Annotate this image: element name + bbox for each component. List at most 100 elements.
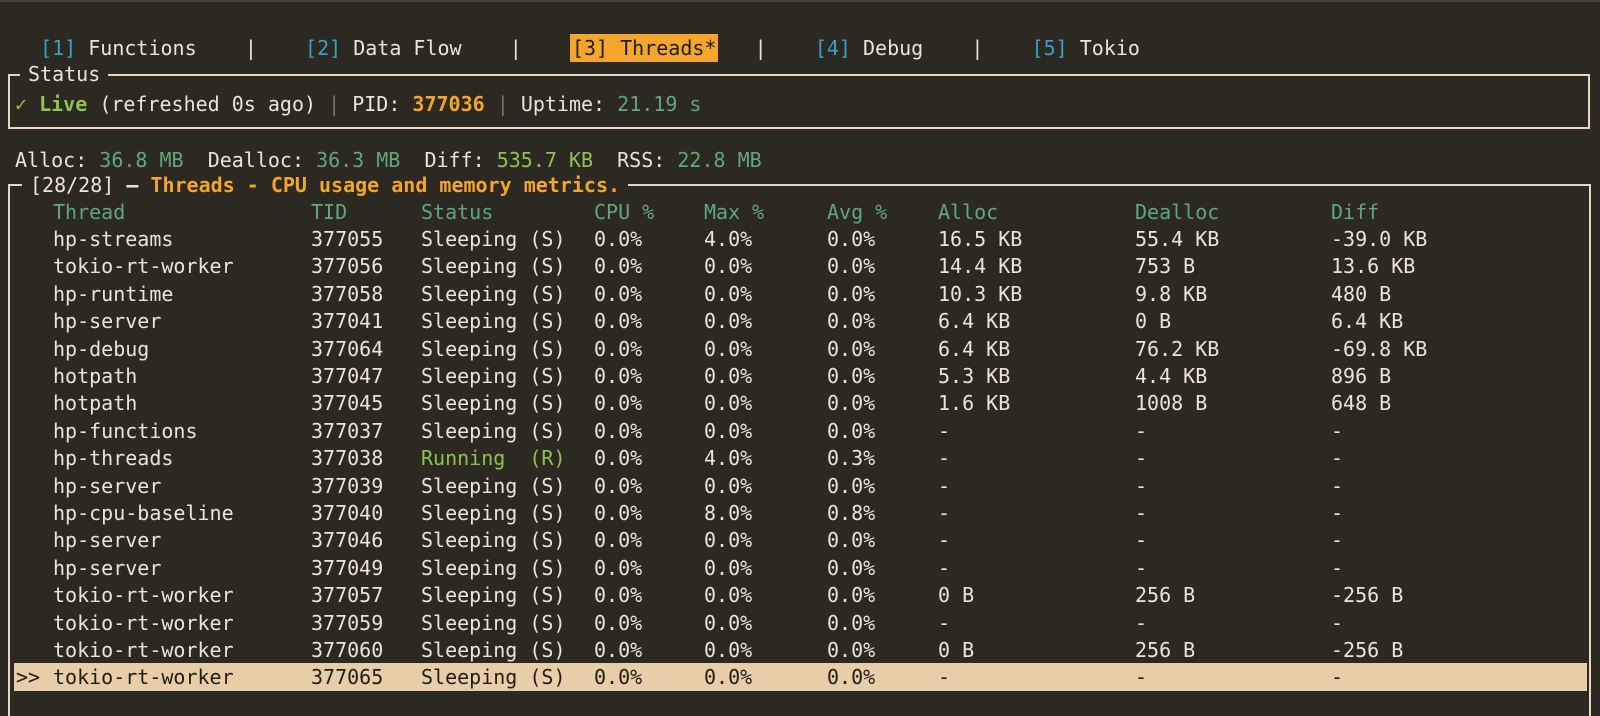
thread-max-cpu: 0.0%	[704, 638, 753, 662]
thread-alloc: 6.4 KB	[938, 309, 1011, 334]
thread-dealloc: 9.8 KB	[1135, 281, 1208, 306]
tab-functions[interactable]: [1] Functions	[40, 34, 197, 62]
table-row[interactable]: hp-debug 377064 Sleeping (S) 0.0% 0.0% 0.0% 6.…	[14, 335, 1587, 363]
thread-max-cpu: 0.0%	[704, 391, 753, 416]
col-header-cpu[interactable]: CPU %	[594, 198, 654, 226]
thread-cpu: 0.0%	[594, 665, 643, 690]
thread-cpu: 0.0%	[594, 391, 643, 416]
thread-dealloc: 256 B	[1135, 638, 1196, 662]
thread-max-cpu: 0.0%	[704, 336, 753, 361]
uptime-label: Uptime:	[520, 92, 606, 116]
thread-avg-cpu: 0.0%	[827, 583, 876, 608]
thread-avg-cpu: 0.3%	[827, 446, 876, 471]
thread-status: Sleeping (S)	[421, 227, 566, 251]
thread-alloc: -	[938, 418, 951, 443]
thread-max-cpu: 0.0%	[704, 555, 753, 580]
thread-max-cpu: 0.0%	[704, 309, 753, 334]
thread-status: Sleeping (S)	[421, 254, 566, 279]
thread-status: Running (R)	[421, 446, 566, 471]
col-header-thread[interactable]: Thread	[53, 198, 125, 226]
thread-cpu: 0.0%	[594, 254, 643, 279]
thread-name: tokio-rt-worker	[53, 665, 234, 690]
thread-dealloc: 753 B	[1135, 254, 1196, 279]
thread-cpu: 0.0%	[594, 281, 643, 306]
tab-tokio[interactable]: [5] Tokio	[1032, 34, 1140, 62]
table-row[interactable]: hp-server 377041 Sleeping (S) 0.0% 0.0% 0.0% 6…	[14, 307, 1587, 335]
col-header-status[interactable]: Status	[421, 198, 493, 226]
thread-name: hp-server	[53, 555, 162, 580]
thread-tid: 377038	[311, 446, 384, 471]
thread-tid: 377045	[311, 391, 384, 416]
table-row[interactable]: hp-threads 377038 Running (R) 0.0% 4.0% 0.3% -…	[14, 444, 1587, 472]
thread-status: Sleeping (S)	[421, 281, 566, 306]
status-separator: |	[328, 92, 341, 116]
thread-name: hp-runtime	[53, 281, 174, 306]
thread-name: hp-server	[53, 309, 162, 334]
thread-max-cpu: 4.0%	[704, 446, 753, 471]
thread-tid: 377041	[311, 309, 384, 334]
panel-title-text: Threads - CPU usage and memory metrics.	[150, 173, 621, 197]
table-row[interactable]: tokio-rt-worker 377056 Sleeping (S) 0.0% 0.0…	[14, 252, 1587, 280]
thread-diff: -	[1331, 473, 1344, 498]
thread-cpu: 0.0%	[594, 473, 643, 498]
thread-tid: 377037	[311, 418, 384, 443]
thread-diff: -39.0 KB	[1331, 227, 1428, 251]
thread-diff: 13.6 KB	[1331, 254, 1416, 279]
thread-max-cpu: 0.0%	[704, 473, 753, 498]
col-header-avg[interactable]: Avg %	[827, 198, 887, 226]
col-header-tid[interactable]: TID	[311, 198, 347, 226]
thread-cpu: 0.0%	[594, 309, 643, 334]
thread-name: tokio-rt-worker	[53, 583, 234, 608]
thread-status: Sleeping (S)	[421, 665, 566, 690]
col-header-dealloc[interactable]: Dealloc	[1135, 198, 1219, 226]
table-row-selected[interactable]: >> tokio-rt-worker 377065 Sleeping (S) 0.0% 0…	[14, 663, 1587, 692]
thread-diff: -	[1331, 528, 1344, 553]
thread-alloc: -	[938, 501, 951, 525]
thread-diff: -	[1331, 446, 1344, 471]
thread-diff: -256 B	[1331, 638, 1404, 662]
thread-dealloc: 55.4 KB	[1135, 227, 1220, 251]
table-row[interactable]: hp-server 377039 Sleeping (S) 0.0% 0.0% 0.0% -…	[14, 472, 1587, 500]
col-header-diff[interactable]: Diff	[1331, 198, 1379, 226]
table-row[interactable]: hp-runtime 377058 Sleeping (S) 0.0% 0.0% 0.0%…	[14, 280, 1587, 308]
thread-cpu: 0.0%	[594, 638, 643, 662]
thread-tid: 377039	[311, 473, 384, 498]
thread-max-cpu: 0.0%	[704, 254, 753, 279]
tab-separator: |	[244, 36, 257, 60]
table-row[interactable]: hp-server 377049 Sleeping (S) 0.0% 0.0% 0.0% -…	[14, 554, 1587, 582]
thread-diff: -	[1331, 501, 1344, 525]
diff-value: 535.7 KB	[496, 148, 594, 172]
thread-avg-cpu: 0.0%	[827, 665, 876, 690]
thread-alloc: 0 B	[938, 583, 975, 608]
thread-avg-cpu: 0.0%	[827, 227, 876, 251]
table-row[interactable]: hp-server 377046 Sleeping (S) 0.0% 0.0% 0.0% -…	[14, 526, 1587, 554]
table-row[interactable]: tokio-rt-worker 377060 Sleeping (S) 0.0% 0.0…	[14, 636, 1587, 664]
tab-threads[interactable]: [3] Threads*	[569, 34, 719, 62]
thread-status: Sleeping (S)	[421, 336, 566, 361]
table-row[interactable]: hp-cpu-baseline 377040 Sleeping (S) 0.0% 8.0…	[14, 499, 1587, 527]
thread-avg-cpu: 0.0%	[827, 473, 876, 498]
thread-name: hp-cpu-baseline	[53, 501, 234, 525]
pid-value: 377036	[412, 92, 485, 116]
thread-alloc: 5.3 KB	[938, 364, 1011, 388]
tab-data-flow[interactable]: [2] Data Flow	[305, 34, 462, 62]
thread-tid: 377040	[311, 501, 384, 525]
thread-tid: 377056	[311, 254, 384, 279]
window-top-border	[0, 0, 1600, 2]
table-row[interactable]: hp-streams 377055 Sleeping (S) 0.0% 4.0% 0.0%…	[14, 225, 1587, 253]
table-row[interactable]: hotpath 377047 Sleeping (S) 0.0% 0.0% 0.0% 5.3…	[14, 362, 1587, 390]
table-row[interactable]: tokio-rt-worker 377059 Sleeping (S) 0.0% 0.0…	[14, 609, 1587, 637]
thread-name: tokio-rt-worker	[53, 610, 234, 635]
thread-cpu: 0.0%	[594, 446, 643, 471]
thread-status: Sleeping (S)	[421, 364, 566, 388]
table-row[interactable]: hotpath 377045 Sleeping (S) 0.0% 0.0% 0.0% 1.6…	[14, 389, 1587, 417]
thread-name: hp-server	[53, 528, 162, 553]
thread-tid: 377060	[311, 638, 384, 662]
table-row[interactable]: hp-functions 377037 Sleeping (S) 0.0% 0.0% 0.…	[14, 417, 1587, 445]
col-header-alloc[interactable]: Alloc	[938, 198, 998, 226]
thread-avg-cpu: 0.0%	[827, 309, 876, 334]
tab-debug[interactable]: [4] Debug	[815, 34, 923, 62]
col-header-max[interactable]: Max %	[704, 198, 764, 226]
thread-alloc: -	[938, 555, 951, 580]
table-row[interactable]: tokio-rt-worker 377057 Sleeping (S) 0.0% 0.0…	[14, 581, 1587, 609]
